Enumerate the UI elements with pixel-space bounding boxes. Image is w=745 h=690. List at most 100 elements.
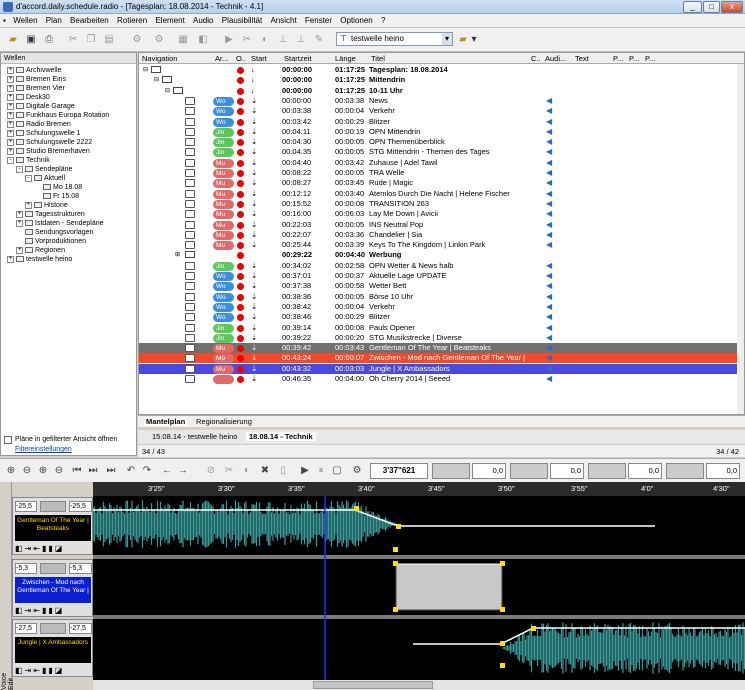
filter-settings-link[interactable]: Filtereinstellungen xyxy=(15,446,72,453)
menu-plan[interactable]: Plan xyxy=(43,14,65,28)
speaker-icon[interactable]: ◀ xyxy=(546,354,554,362)
table-row[interactable]: Mu ⇣ ◀ 00:43:32 00:03:03 Jungle | X Ambassado… xyxy=(139,363,744,374)
tree-item[interactable]: + Bremen Eins xyxy=(7,75,66,84)
arrow-right-icon[interactable]: → xyxy=(176,464,190,478)
table-row[interactable]: Mu ⇣ ◀ 00:08:22 00:00:05 TRA Welle xyxy=(139,168,744,178)
table-row[interactable]: Mo ⇣ ◀ 00:43:24 00:00:07 Zwischen - Mod nach … xyxy=(139,353,744,364)
menu-rotieren[interactable]: Rotieren xyxy=(114,14,150,28)
play-icon[interactable]: ▶ xyxy=(222,33,236,47)
col-start[interactable]: Start xyxy=(251,54,267,63)
table-row[interactable]: Wo ⇣ ◀ 00:03:42 00:00:29 Blitzer xyxy=(139,117,744,127)
tree-item[interactable]: - Sendepläne xyxy=(16,165,72,174)
expand-icon[interactable]: + xyxy=(7,102,14,110)
zoom-fit-icon[interactable]: ⊕ xyxy=(36,464,50,478)
speaker-icon[interactable]: ◀ xyxy=(546,313,554,321)
menu-app-icon[interactable]: ▪ xyxy=(0,14,8,28)
tree-item[interactable]: + testwelle heino xyxy=(7,255,72,264)
pause-icon[interactable]: ⏸ xyxy=(314,464,328,478)
play-audio-icon[interactable]: ▶ xyxy=(298,464,312,478)
col-p1[interactable]: P... xyxy=(613,54,623,63)
paste-icon[interactable]: ▤ xyxy=(102,33,116,47)
speaker-icon[interactable]: ◀ xyxy=(546,364,554,373)
tree-item[interactable]: + Istdaten - Sendepläne xyxy=(16,219,104,228)
table-row[interactable]: Wo ⇣ ◀ 00:38:42 00:00:04 Verkehr xyxy=(139,302,744,312)
table-row[interactable]: Mu ⇣ ◀ 00:04:40 00:03:42 Zuhause | Adel Tawil xyxy=(139,158,744,168)
wellen-combo[interactable]: ⊤ testwelle heino ▾ xyxy=(336,32,453,46)
expand-icon[interactable]: + xyxy=(25,201,32,209)
table-row[interactable]: Jin ⇣ ◀ 00:04:35 00:00:05 STG Mittendrin - Th… xyxy=(139,147,744,158)
expand-icon[interactable]: + xyxy=(7,255,14,263)
table-row[interactable]: Mu ⇣ ◀ 00:39:42 00:03:43 Gentleman Of The Yea… xyxy=(139,343,744,354)
col-titel[interactable]: Titel xyxy=(371,54,385,63)
menu-audio[interactable]: Audio xyxy=(190,14,216,28)
speaker-icon[interactable]: ◀ xyxy=(546,344,554,352)
tab-mantelplan[interactable]: Mantelplan xyxy=(144,417,188,426)
table-row[interactable]: Jin ⇣ ◀ 00:39:22 00:00:20 STG Musikstrecke | … xyxy=(139,333,744,343)
expand-icon[interactable]: + xyxy=(16,219,23,227)
save-icon[interactable]: ▣ xyxy=(24,33,38,47)
tree-item[interactable]: + Schulungswelle 2222 xyxy=(7,138,92,147)
table-row[interactable]: Wo ⇣ ◀ 00:38:46 00:00:29 Blitzer xyxy=(139,312,744,323)
speaker-icon[interactable]: ◀ xyxy=(546,158,554,167)
redo-icon[interactable]: ↷ xyxy=(140,464,154,478)
speaker-icon[interactable]: ◀ xyxy=(546,272,554,280)
gain-field[interactable]: 0,0 xyxy=(550,463,584,479)
tree-item[interactable]: Fr 15.08 xyxy=(34,192,79,201)
speaker-icon[interactable]: ◀ xyxy=(546,179,554,187)
combo-arrow-icon[interactable]: ▾ xyxy=(442,33,452,45)
table-row[interactable]: Jin ⇣ ◀ 00:34:02 00:02:58 OPN Wetter & News h… xyxy=(139,261,744,271)
col-o[interactable]: O.. xyxy=(236,54,246,63)
clip-zwischen[interactable] xyxy=(395,563,503,611)
loop-icon[interactable]: ▢ xyxy=(330,464,344,478)
expand-icon[interactable]: + xyxy=(7,147,14,155)
expand-icon[interactable]: + xyxy=(7,129,14,137)
expand-icon[interactable]: + xyxy=(7,84,14,92)
collapse-icon[interactable]: - xyxy=(25,174,32,182)
gain-slider[interactable] xyxy=(510,463,548,479)
chevron-down-icon[interactable]: ▾ xyxy=(470,33,478,47)
table-row[interactable]: Jin ⇣ ◀ 00:04:11 00:00:19 OPN Mittendrin xyxy=(139,127,744,137)
gain-field[interactable]: 0,0 xyxy=(472,463,506,479)
gain-slider[interactable] xyxy=(588,463,626,479)
speaker-icon[interactable]: ◀ xyxy=(546,138,554,146)
collapse-icon[interactable]: ⊟ xyxy=(143,65,148,75)
table-row[interactable]: Mu ⇣ ◀ 00:16:00 00:06:03 Lay Me Down | Avicii xyxy=(139,209,744,220)
menu-bearbeiten[interactable]: Bearbeiten xyxy=(67,14,112,28)
collapse-icon[interactable]: ⊟ xyxy=(154,75,159,85)
tree-item[interactable]: + Historie xyxy=(25,201,68,210)
tree-item[interactable]: + Schulungswelle 1 xyxy=(7,129,80,138)
menu-element[interactable]: Element xyxy=(152,14,187,28)
speaker-icon[interactable]: ◀ xyxy=(546,220,554,229)
col-p3[interactable]: P... xyxy=(645,54,655,63)
gain-slider[interactable] xyxy=(666,463,704,479)
table-row[interactable]: ⊞ 00:29:22 00:04:40 Werbung xyxy=(139,250,744,260)
tree-item[interactable]: + Digitale Garage xyxy=(7,102,75,111)
rotation-icon[interactable]: ⚙ xyxy=(130,33,144,47)
table-row[interactable]: Mu ⇣ ◀ 00:12:12 00:03:40 Atemlos Durch Die Na… xyxy=(139,189,744,199)
table-row[interactable]: Mu ⇣ ◀ 00:25:44 00:03:39 Keys To The Kingdom … xyxy=(139,240,744,251)
marker-out-icon[interactable]: ⊥ xyxy=(294,33,308,47)
tab-doc-2[interactable]: 18.08.14 - Technik xyxy=(246,432,316,441)
col-c[interactable]: C.. xyxy=(531,54,541,63)
table-row[interactable]: ⊟ ↓ 00:00:00 01:17:25 10-11 Uhr xyxy=(139,86,744,96)
table-row[interactable]: ⇣ ◀ 00:46:35 00:04:00 Oh Cherry 2014 | Seeed xyxy=(139,374,744,384)
document-icon[interactable]: ▯ xyxy=(276,464,290,478)
tree-item[interactable]: - Technik xyxy=(7,156,50,165)
open-icon[interactable]: ▰ xyxy=(6,33,20,47)
import-icon[interactable]: ◧ xyxy=(196,33,210,47)
expand-icon[interactable]: + xyxy=(7,111,14,119)
fade-icon[interactable]: ◐ xyxy=(258,33,272,47)
speaker-icon[interactable]: ◀ xyxy=(546,169,554,177)
zoom-out-icon[interactable]: ⊖ xyxy=(20,464,34,478)
minimize-button[interactable]: _ xyxy=(683,1,702,13)
tree-item[interactable]: + Tagesstrukturen xyxy=(16,210,85,219)
waveform-area[interactable] xyxy=(93,496,745,680)
close-button[interactable]: x xyxy=(721,1,743,13)
speaker-icon[interactable]: ◀ xyxy=(546,210,554,218)
col-startzeit[interactable]: Startzeit xyxy=(284,54,312,63)
track-level-right[interactable]: -25,5 xyxy=(69,501,92,512)
expand-icon[interactable]: ⊞ xyxy=(175,250,180,260)
col-navigation[interactable]: Navigation xyxy=(142,54,177,63)
tab-regionalisierung[interactable]: Regionalisierung xyxy=(196,417,252,426)
tree-item[interactable]: Vorproduktionen xyxy=(16,237,86,246)
